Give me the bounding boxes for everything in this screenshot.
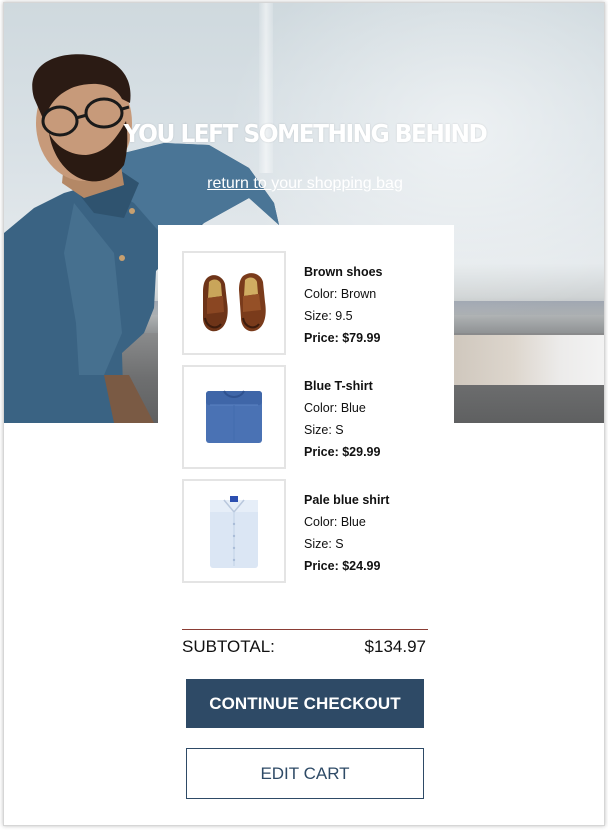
cart-items-card: Brown shoes Color: Brown Size: 9.5 Price… (158, 225, 454, 615)
product-size: Size: S (304, 423, 344, 437)
subtotal-label: SUBTOTAL: (182, 637, 275, 656)
subtotal-value: $134.97 (364, 637, 426, 656)
hero-title: YOU LEFT SOMETHING BEHIND (123, 119, 488, 148)
product-color: Color: Brown (304, 287, 377, 301)
product-details: Brown shoes Color: Brown Size: 9.5 Price… (304, 261, 383, 349)
product-thumbnail (182, 251, 286, 355)
email-frame: YOU LEFT SOMETHING BEHIND return to your… (3, 2, 605, 826)
product-details: Blue T-shirt Color: Blue Size: S Price: … (304, 375, 380, 463)
cart-item: Brown shoes Color: Brown Size: 9.5 Price… (182, 251, 450, 355)
product-size: Size: 9.5 (304, 309, 353, 323)
product-size: Size: S (304, 537, 344, 551)
product-color: Color: Blue (304, 515, 366, 529)
product-name: Blue T-shirt (304, 379, 373, 393)
product-name: Pale blue shirt (304, 493, 390, 507)
distant-building-right (452, 335, 604, 385)
edit-cart-button[interactable]: EDIT CART (186, 748, 424, 799)
product-price: Price: $24.99 (304, 559, 381, 573)
product-price: Price: $79.99 (304, 331, 381, 345)
cart-item: Blue T-shirt Color: Blue Size: S Price: … (182, 365, 450, 469)
product-price: Price: $29.99 (304, 445, 381, 459)
product-details: Pale blue shirt Color: Blue Size: S Pric… (304, 489, 389, 577)
continue-checkout-button[interactable]: CONTINUE CHECKOUT (186, 679, 424, 728)
pale-blue-shirt-icon (210, 496, 258, 568)
product-color: Color: Blue (304, 401, 366, 415)
blue-tshirt-icon (206, 390, 262, 443)
return-to-bag-link[interactable]: return to your shopping bag (4, 175, 604, 193)
brown-shoes-icon (203, 273, 266, 332)
product-name: Brown shoes (304, 265, 383, 279)
cart-item: Pale blue shirt Color: Blue Size: S Pric… (182, 479, 450, 583)
subtotal-divider (182, 629, 428, 630)
product-thumbnail (182, 479, 286, 583)
product-thumbnail (182, 365, 286, 469)
